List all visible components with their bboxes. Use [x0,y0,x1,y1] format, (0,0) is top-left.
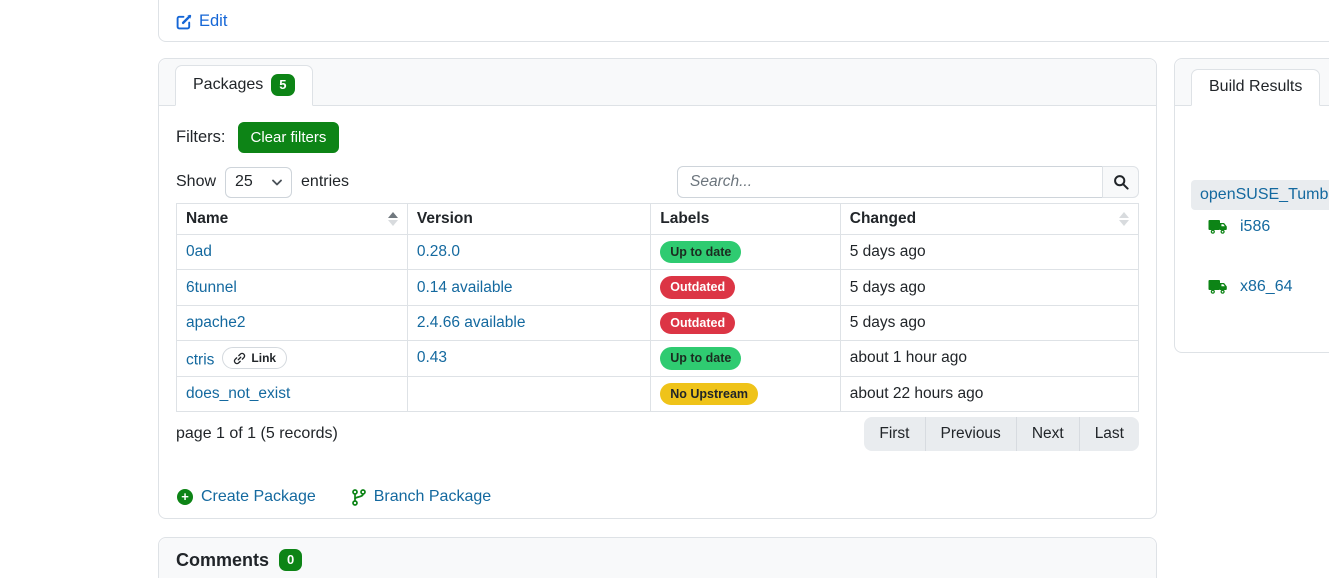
packages-card: Packages 5 Filters: Clear filters Show 2… [158,58,1157,519]
packages-card-header: Packages 5 [159,59,1156,106]
column-header-name[interactable]: Name [177,204,408,235]
comments-card: Comments 0 [158,537,1157,578]
edit-label: Edit [199,12,227,31]
package-link[interactable]: does_not_exist [186,385,290,402]
comments-count-badge: 0 [279,549,302,571]
status-badge: Outdated [660,276,735,298]
search-group [677,166,1139,198]
column-header-changed[interactable]: Changed [840,204,1138,235]
filters-label: Filters: [176,128,226,147]
pagination-previous-button[interactable]: Previous [926,417,1017,451]
status-badge: Up to date [660,347,741,369]
search-input[interactable] [677,166,1103,198]
edit-icon [176,14,192,30]
truck-icon [1208,219,1229,235]
package-link[interactable]: 6tunnel [186,279,237,296]
package-link[interactable]: apache2 [186,314,245,331]
pagination-next-button[interactable]: Next [1017,417,1080,451]
status-badge: No Upstream [660,383,758,405]
code-branch-icon [352,489,366,506]
tab-packages-label: Packages [193,76,263,94]
package-link[interactable]: ctris [186,352,214,369]
page-size-select[interactable]: 25 [225,167,292,198]
repository-link[interactable]: openSUSE_Tumbleweed [1200,186,1329,204]
link-badge: Link [222,347,287,369]
changed-cell: 5 days ago [840,270,1138,305]
sort-icon [1119,212,1129,226]
table-row: 0ad 0.28.0 Up to date 5 days ago [177,235,1139,270]
packages-table: Name Version Labels Changed 0ad 0.28.0 U… [176,203,1139,412]
show-entries: Show 25 entries [176,167,349,198]
column-header-version[interactable]: Version [407,204,650,235]
table-row: ctris Link 0.43 Up to date about 1 hour a… [177,341,1139,377]
package-link[interactable]: 0ad [186,243,212,260]
build-results-body: openSUSE_Tumbleweed i586 [1175,180,1329,296]
status-badge: Up to date [660,241,741,263]
version-link[interactable]: 0.14 available [417,279,513,296]
branch-package-link[interactable]: Branch Package [352,488,491,506]
architecture-link[interactable]: x86_64 [1240,278,1293,296]
build-results-card-header: Build Results [1175,59,1329,106]
chevron-down-icon [272,179,282,186]
page-size-value: 25 [235,173,253,191]
pagination-first-button[interactable]: First [864,417,925,451]
table-row: apache2 2.4.66 available Outdated 5 days… [177,305,1139,340]
packages-card-body: Filters: Clear filters Show 25 entries [159,106,1156,522]
column-header-labels[interactable]: Labels [651,204,841,235]
tab-packages[interactable]: Packages 5 [175,65,313,106]
edit-link[interactable]: Edit [176,12,227,31]
comments-header: Comments 0 [159,538,1156,578]
status-badge: Outdated [660,312,735,334]
truck-icon [1208,279,1229,295]
filters-row: Filters: Clear filters [176,122,1139,153]
controls-row: Show 25 entries [176,166,1139,198]
table-footer: page 1 of 1 (5 records) First Previous N… [176,417,1139,451]
project-actions-card: Edit [158,0,1329,42]
architecture-row: i586 [1208,218,1329,236]
link-icon [233,352,246,365]
search-icon [1113,174,1129,190]
architecture-row: x86_64 [1208,278,1329,296]
entries-label: entries [301,173,349,191]
table-row: does_not_exist No Upstream about 22 hour… [177,376,1139,411]
pagination-last-button[interactable]: Last [1080,417,1139,451]
pagination-summary: page 1 of 1 (5 records) [176,425,338,443]
changed-cell: about 1 hour ago [840,341,1138,377]
version-link[interactable]: 0.43 [417,349,447,366]
changed-cell: 5 days ago [840,235,1138,270]
table-header-row: Name Version Labels Changed [177,204,1139,235]
architecture-link[interactable]: i586 [1240,218,1270,236]
build-results-card: Build Results openSUSE_Tumbleweed i586 [1174,58,1329,353]
table-row: 6tunnel 0.14 available Outdated 5 days a… [177,270,1139,305]
changed-cell: about 22 hours ago [840,376,1138,411]
package-actions-row: + Create Package Branch Package [176,488,1139,506]
show-label: Show [176,173,216,191]
comments-title: Comments [176,550,269,571]
pagination: First Previous Next Last [864,417,1139,451]
repository-row: openSUSE_Tumbleweed [1191,180,1329,210]
version-link[interactable]: 0.28.0 [417,243,460,260]
packages-count-badge: 5 [271,74,294,96]
plus-circle-icon: + [177,489,193,505]
tab-build-results-label: Build Results [1209,78,1302,96]
search-button[interactable] [1102,166,1139,198]
version-link[interactable]: 2.4.66 available [417,314,526,331]
tab-build-results[interactable]: Build Results [1191,69,1320,106]
changed-cell: 5 days ago [840,305,1138,340]
sort-asc-icon [388,212,398,226]
clear-filters-button[interactable]: Clear filters [238,122,340,153]
create-package-link[interactable]: + Create Package [177,488,316,506]
